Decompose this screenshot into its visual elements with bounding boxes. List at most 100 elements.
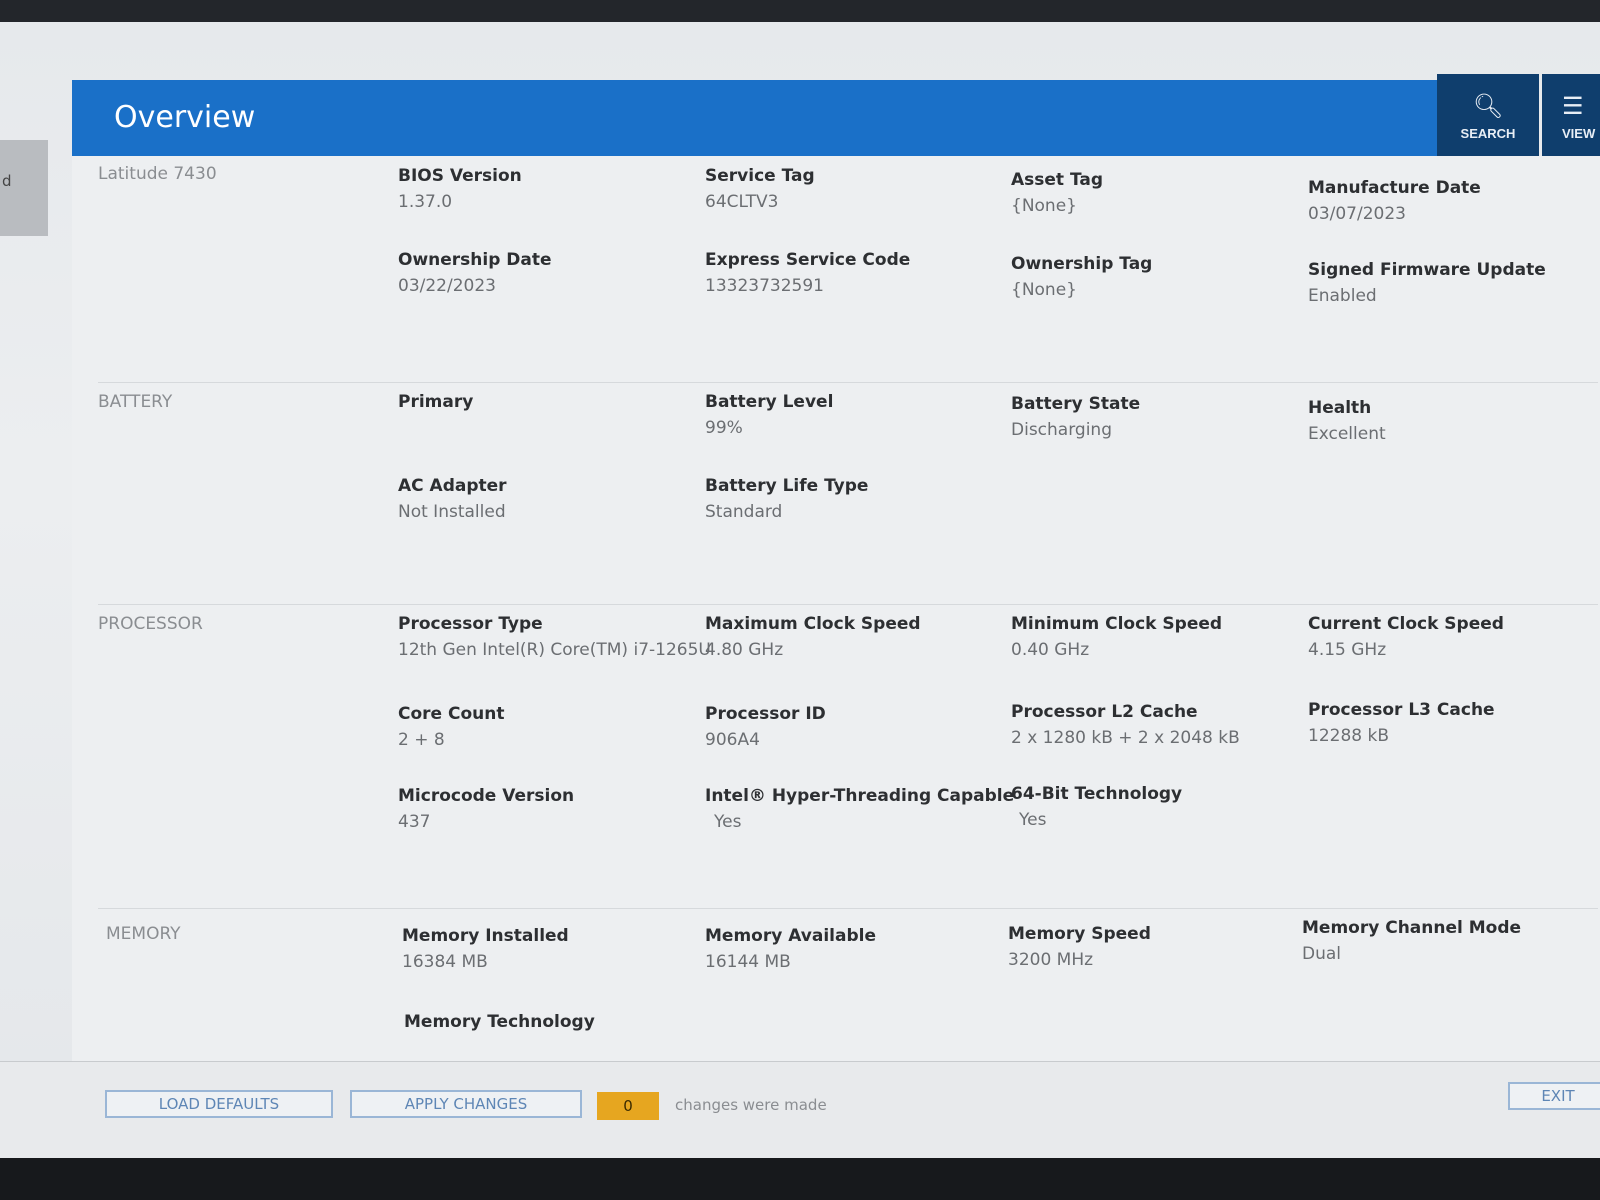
field-value: 4.80 GHz — [705, 640, 784, 660]
field-memory-technology: Memory Technology — [404, 1012, 704, 1038]
changes-status-text: changes were made — [675, 1096, 827, 1114]
field-value: 906A4 — [705, 730, 760, 750]
sidebar-tab[interactable]: d — [0, 140, 48, 236]
field-memory-channel-mode: Memory Channel Mode Dual — [1302, 918, 1600, 964]
overview-content: Latitude 7430 BIOS Version 1.37.0 Servic… — [72, 156, 1600, 1061]
field-value: Standard — [705, 502, 783, 522]
field-label: Intel® Hyper-Threading Capable — [705, 786, 1015, 806]
field-battery-state: Battery State Discharging — [1011, 394, 1311, 440]
field-ownership-date: Ownership Date 03/22/2023 — [398, 250, 698, 296]
field-express-service-code: Express Service Code 13323732591 — [705, 250, 1005, 296]
field-value: 99% — [705, 418, 743, 438]
action-footer: LOAD DEFAULTS APPLY CHANGES 0 changes we… — [0, 1061, 1600, 1158]
sidebar-tab-label: d — [2, 172, 12, 190]
field-label: 64-Bit Technology — [1011, 784, 1183, 804]
field-processor-l3-cache: Processor L3 Cache 12288 kB — [1308, 700, 1600, 746]
field-value: Enabled — [1308, 286, 1377, 306]
field-value: 13323732591 — [705, 276, 824, 296]
field-value: 1.37.0 — [398, 192, 453, 212]
field-core-count: Core Count 2 + 8 — [398, 704, 698, 750]
section-label-processor: PROCESSOR — [98, 614, 203, 634]
field-service-tag: Service Tag 64CLTV3 — [705, 166, 1005, 212]
field-label: Memory Technology — [404, 1012, 595, 1032]
field-memory-available: Memory Available 16144 MB — [705, 926, 1005, 972]
field-manufacture-date: Manufacture Date 03/07/2023 — [1308, 178, 1600, 224]
field-ownership-tag: Ownership Tag {None} — [1011, 254, 1311, 300]
overview-header: Overview — [72, 80, 1437, 156]
field-label: Memory Speed — [1008, 924, 1151, 944]
field-health: Health Excellent — [1308, 398, 1600, 444]
field-value: 2 x 1280 kB + 2 x 2048 kB — [1011, 728, 1240, 748]
field-label: Current Clock Speed — [1308, 614, 1504, 634]
field-hyper-threading: Intel® Hyper-Threading Capable Yes — [705, 786, 1015, 832]
field-label: Battery Level — [705, 392, 834, 412]
field-bios-version: BIOS Version 1.37.0 — [398, 166, 698, 212]
field-value: 16384 MB — [402, 952, 488, 972]
system-section: Latitude 7430 BIOS Version 1.37.0 Servic… — [72, 156, 1600, 380]
field-64-bit-technology: 64-Bit Technology Yes — [1011, 784, 1311, 830]
field-value: 437 — [398, 812, 431, 832]
field-battery-level: Battery Level 99% — [705, 392, 1005, 438]
field-maximum-clock-speed: Maximum Clock Speed 4.80 GHz — [705, 614, 1005, 660]
field-label: BIOS Version — [398, 166, 522, 186]
field-label: AC Adapter — [398, 476, 507, 496]
field-memory-installed: Memory Installed 16384 MB — [402, 926, 702, 972]
field-value: 12th Gen Intel(R) Core(TM) i7-1265U — [398, 640, 711, 660]
field-label: Health — [1308, 398, 1372, 418]
field-label: Processor ID — [705, 704, 826, 724]
field-current-clock-speed: Current Clock Speed 4.15 GHz — [1308, 614, 1600, 660]
search-button[interactable]: 🔍︎ SEARCH — [1437, 74, 1539, 164]
field-label: Memory Available — [705, 926, 876, 946]
field-value: Not Installed — [398, 502, 506, 522]
changes-count-badge: 0 — [597, 1092, 659, 1120]
processor-section: PROCESSOR Processor Type 12th Gen Intel(… — [72, 606, 1600, 906]
field-label: Primary — [398, 392, 474, 412]
field-label: Minimum Clock Speed — [1011, 614, 1223, 634]
field-value: Yes — [1019, 810, 1047, 830]
field-label: Processor L3 Cache — [1308, 700, 1495, 720]
field-value: {None} — [1011, 280, 1077, 300]
system-model-label: Latitude 7430 — [98, 164, 217, 184]
page-title: Overview — [114, 100, 256, 135]
field-value: 16144 MB — [705, 952, 791, 972]
screen-bezel-bottom — [0, 1158, 1600, 1200]
field-value: Discharging — [1011, 420, 1112, 440]
field-value: 64CLTV3 — [705, 192, 779, 212]
field-processor-l2-cache: Processor L2 Cache 2 x 1280 kB + 2 x 204… — [1011, 702, 1311, 748]
field-value: 12288 kB — [1308, 726, 1389, 746]
field-label: Ownership Tag — [1011, 254, 1153, 274]
battery-section: BATTERY Primary Battery Level 99% Batter… — [72, 384, 1600, 604]
apply-changes-button[interactable]: APPLY CHANGES — [350, 1090, 582, 1118]
field-label: Signed Firmware Update — [1308, 260, 1546, 280]
section-divider — [98, 908, 1598, 909]
load-defaults-button[interactable]: LOAD DEFAULTS — [105, 1090, 333, 1118]
field-value: 03/07/2023 — [1308, 204, 1406, 224]
field-label: Express Service Code — [705, 250, 911, 270]
field-label: Ownership Date — [398, 250, 552, 270]
field-primary: Primary — [398, 392, 698, 418]
field-label: Battery Life Type — [705, 476, 869, 496]
view-button[interactable]: ☰ VIEW — [1542, 74, 1600, 164]
field-value: Dual — [1302, 944, 1342, 964]
field-ac-adapter: AC Adapter Not Installed — [398, 476, 698, 522]
field-value: 0.40 GHz — [1011, 640, 1090, 660]
field-value: Yes — [714, 812, 742, 832]
memory-section: MEMORY Memory Installed 16384 MB Memory … — [72, 916, 1600, 1061]
field-value: 3200 MHz — [1008, 950, 1094, 970]
search-icon: 🔍︎ — [1472, 93, 1504, 120]
field-label: Memory Channel Mode — [1302, 918, 1522, 938]
section-label-battery: BATTERY — [98, 392, 173, 412]
field-label: Maximum Clock Speed — [705, 614, 921, 634]
field-signed-firmware-update: Signed Firmware Update Enabled — [1308, 260, 1600, 306]
field-label: Microcode Version — [398, 786, 575, 806]
bios-screen: d Overview 🔍︎ SEARCH ☰ VIEW Latitude 743… — [0, 22, 1600, 1158]
view-label: VIEW — [1562, 126, 1596, 141]
view-icon: ☰ — [1562, 93, 1584, 120]
field-value: {None} — [1011, 196, 1077, 216]
field-processor-id: Processor ID 906A4 — [705, 704, 1005, 750]
field-label: Asset Tag — [1011, 170, 1104, 190]
field-label: Memory Installed — [402, 926, 569, 946]
section-label-memory: MEMORY — [106, 924, 181, 944]
exit-button[interactable]: EXIT — [1508, 1082, 1600, 1110]
field-label: Manufacture Date — [1308, 178, 1481, 198]
